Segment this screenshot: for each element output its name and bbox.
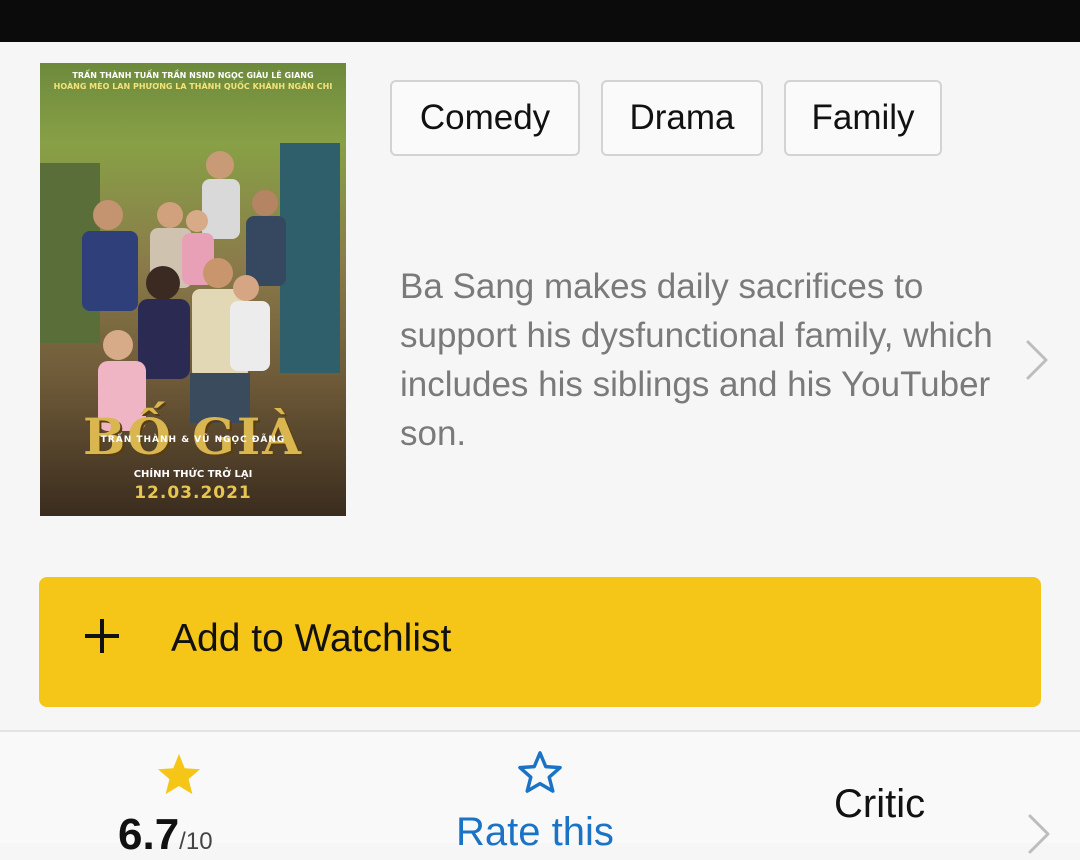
poster-release-date: 12.03.2021 [134,483,252,503]
genre-chip-family[interactable]: Family [784,80,942,156]
chevron-right-icon[interactable] [1024,338,1050,382]
genre-chip-drama[interactable]: Drama [601,80,763,156]
plus-icon [85,619,119,653]
status-bar [0,0,1080,42]
poster-credits-line1: TRẤN THÀNH TUẤN TRẦN NSND NGỌC GIÀU LÊ G… [72,71,314,80]
rating-value: 6.7 [118,810,180,859]
rate-this-button[interactable]: Rate this [456,810,614,855]
poster-directors: TRẤN THÀNH & VŨ NGỌC ĐÃNG [100,435,286,445]
rating-denominator: /10 [179,828,213,855]
chevron-right-icon[interactable] [1026,812,1052,856]
add-to-watchlist-button[interactable]: Add to Watchlist [39,577,1041,707]
star-outline-icon[interactable] [517,750,563,794]
poster-tagline: CHÍNH THỨC TRỞ LẠI [133,469,253,480]
critic-reviews-label[interactable]: Critic [834,782,925,827]
imdb-rating[interactable]: 6.7/10 [118,810,213,860]
poster-credits-line2: HOÀNG MÈO LAN PHƯƠNG LA THÀNH QUỐC KHÁNH… [53,82,333,91]
add-to-watchlist-label: Add to Watchlist [171,617,452,660]
plot-summary[interactable]: Ba Sang makes daily sacrifices to suppor… [400,262,1010,458]
movie-poster[interactable]: TRẤN THÀNH TUẤN TRẦN NSND NGỌC GIÀU LÊ G… [40,63,346,516]
star-filled-icon [157,753,201,795]
genre-chip-comedy[interactable]: Comedy [390,80,580,156]
